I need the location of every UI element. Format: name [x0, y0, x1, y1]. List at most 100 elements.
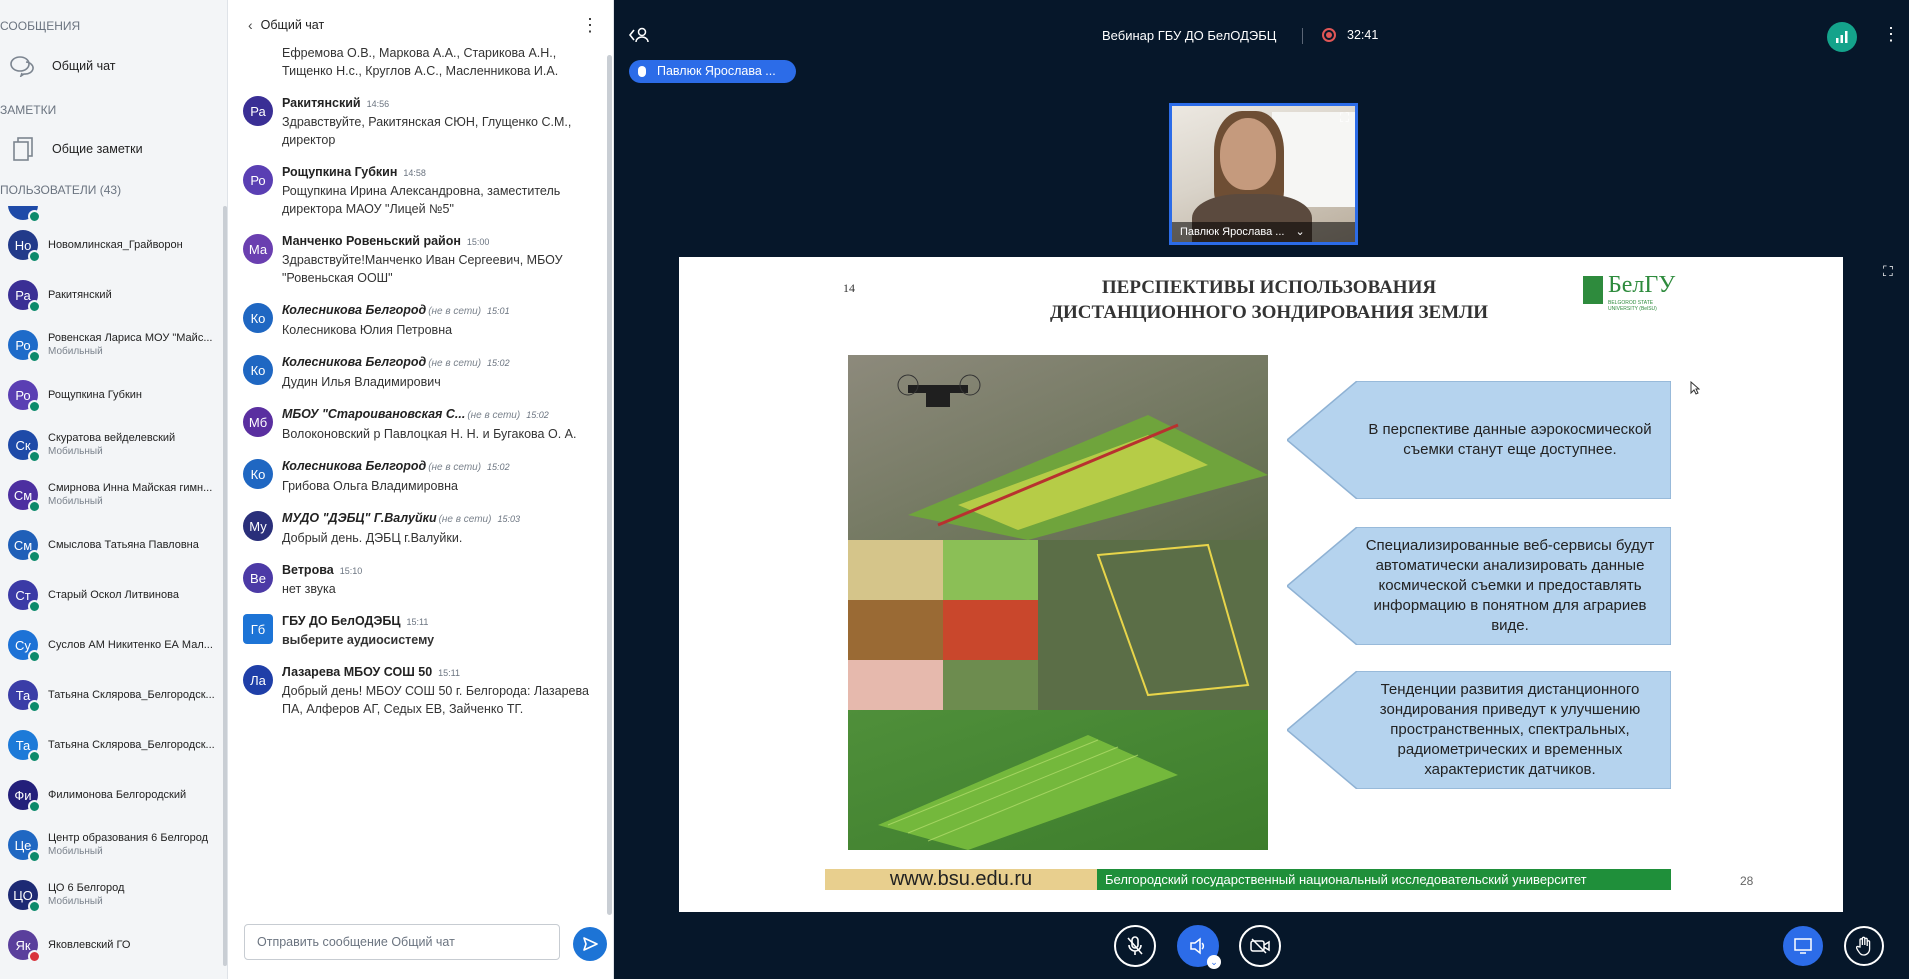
webcam-user-name: Павлюк Ярослава ...	[1180, 226, 1285, 238]
user-info: Центр образования 6 Белгород Мобильный	[48, 831, 223, 859]
message-body: Ракитянский 14:56 Здравствуйте, Ракитянска…	[282, 94, 600, 149]
user-list-item[interactable]: См Смирнова Инна Майская гимн... Мобильный	[0, 470, 228, 520]
chat-message: Ве Ветрова 15:10 нет звука	[228, 561, 608, 598]
user-list-item[interactable]: Як Яковлевский ГО	[0, 920, 228, 970]
user-name: Ровенская Лариса МОУ "Майс...	[48, 332, 213, 344]
message-body: ГБУ ДО БелОДЭБЦ 15:11 выберите аудиосистем…	[282, 612, 600, 649]
user-list-item[interactable]: Ст Старый Оскол Литвинова	[0, 570, 228, 620]
chat-back-button[interactable]: ‹ Общий чат	[248, 17, 324, 33]
mic-on-icon	[28, 400, 41, 413]
user-info: Скуратова вейделевский Мобильный	[48, 431, 223, 459]
connection-status-icon[interactable]	[1827, 22, 1857, 52]
info-box-2: Специализированные веб-сервисы будут авт…	[1287, 527, 1671, 645]
screen-share-button[interactable]	[1783, 926, 1823, 966]
user-name: Рощупкина Губкин	[48, 389, 142, 401]
recording-icon[interactable]	[1322, 28, 1336, 42]
avatar: Ма	[243, 234, 273, 264]
user-list-item[interactable]: Но Новомлинская_Грайворон	[0, 220, 228, 270]
user-list-scrollbar[interactable]	[223, 206, 227, 966]
message-body: Ефремова О.В., Маркова А.А., Старикова А…	[282, 44, 600, 80]
avatar: ЦО	[8, 880, 41, 913]
fullscreen-icon[interactable]: ⛶	[1340, 110, 1349, 126]
user-list-item[interactable]: Та Татьяна Склярова_Белгородск...	[0, 670, 228, 720]
message-header: Колесникова Белгород (не в сети) 15:02	[282, 457, 600, 477]
message-header: Манченко Ровеньский район 15:00	[282, 232, 600, 251]
user-info: Ровенская Лариса МОУ "Майс... Мобильный	[48, 331, 223, 359]
user-list-item[interactable]: Ра Ракитянский	[0, 270, 228, 320]
avatar: Ро	[8, 330, 41, 363]
user-list-item[interactable]: Це Центр образования 6 Белгород Мобильный	[0, 820, 228, 870]
message-time: 15:02	[487, 358, 510, 368]
meeting-title: Вебинар ГБУ ДО БелОДЭБЦ	[1102, 28, 1277, 43]
mic-on-icon	[28, 700, 41, 713]
user-list-item[interactable]: Ро Ровенская Лариса МОУ "Майс... Мобильный	[0, 320, 228, 370]
message-text: Колесникова Юлия Петровна	[282, 323, 453, 337]
message-text: Добрый день. ДЭБЦ г.Валуйки.	[282, 531, 463, 545]
mic-on-icon	[28, 900, 41, 913]
chat-scrollbar[interactable]	[607, 55, 612, 915]
slide-title: ПЕРСПЕКТИВЫ ИСПОЛЬЗОВАНИЯ ДИСТАНЦИОННОГО…	[979, 275, 1559, 325]
meeting-topbar: Вебинар ГБУ ДО БелОДЭБЦ 32:41 ⋮	[614, 0, 1909, 70]
message-body: Рощупкина Губкин 14:58 Рощупкина Ирина Але…	[282, 163, 600, 218]
raise-hand-button[interactable]	[1844, 926, 1884, 966]
user-info: Татьяна Склярова_Белгородск...	[48, 688, 223, 702]
mic-on-icon	[28, 600, 41, 613]
sidebar-item-shared-notes[interactable]: Общие заметки	[0, 121, 228, 177]
presenter-badge[interactable]: Павлюк Ярослава ...	[629, 60, 796, 83]
chat-panel: ‹ Общий чат ⋮ Ефремова О.В., Маркова А.А…	[228, 0, 614, 979]
microphone-mute-button[interactable]	[1114, 925, 1156, 967]
send-button[interactable]	[573, 927, 607, 961]
user-name: Смыслова Татьяна Павловна	[48, 539, 199, 551]
user-info: Старый Оскол Литвинова	[48, 588, 223, 602]
message-text: Грибова Ольга Владимировна	[282, 479, 458, 493]
user-list-item[interactable]: ЦО ЦО 6 Белгород Мобильный	[0, 870, 228, 920]
presentation-area: Вебинар ГБУ ДО БелОДЭБЦ 32:41 ⋮ Павлюк Я…	[614, 0, 1909, 979]
user-device: Мобильный	[48, 896, 103, 907]
slide-title-line2: ДИСТАНЦИОННОГО ЗОНДИРОВАНИЯ ЗЕМЛИ	[1049, 302, 1489, 323]
user-list-item[interactable]: Су Суслов АМ Никитенко ЕА Мал...	[0, 620, 228, 670]
chat-message: Мб МБОУ "Староивановская С... (не в сети) 1…	[228, 405, 608, 443]
chat-message-input[interactable]: Отправить сообщение Общий чат	[244, 924, 560, 960]
message-text: Дудин Илья Владимирович	[282, 375, 441, 389]
user-list-toggle-icon[interactable]	[628, 26, 650, 49]
message-header: Колесникова Белгород (не в сети) 15:01	[282, 301, 600, 321]
user-name: Татьяна Склярова_Белгородск...	[48, 689, 215, 701]
user-list-item[interactable]: Ск Скуратова вейделевский Мобильный	[0, 420, 228, 470]
chevron-down-icon[interactable]: ⌄	[1296, 226, 1305, 238]
avatar-initials: См	[13, 537, 33, 553]
mic-on-icon	[28, 300, 41, 313]
left-sidebar: СООБЩЕНИЯ Общий чат ЗАМЕТКИ Общие заметк…	[0, 0, 228, 979]
avatar: Но	[8, 230, 41, 263]
mic-on-icon	[28, 750, 41, 763]
more-options-icon[interactable]: ⋮	[581, 16, 599, 34]
user-row-partial[interactable]	[0, 206, 228, 223]
audio-button[interactable]: ⌄	[1177, 925, 1221, 969]
user-list-item[interactable]: Фи Филимонова Белгородский	[0, 770, 228, 820]
message-author: МУДО "ДЭБЦ" Г.Валуйки	[282, 511, 437, 525]
message-text: Волоконовский р Павлоцкая Н. Н. и Бугако…	[282, 427, 577, 441]
avatar-spacer	[243, 44, 273, 80]
user-name: Суслов АМ Никитенко ЕА Мал...	[48, 639, 213, 651]
user-name: Скуратова вейделевский	[48, 432, 176, 444]
user-list-item[interactable]: Та Татьяна Склярова_Белгородск...	[0, 720, 228, 770]
mic-on-icon	[28, 550, 41, 563]
user-list-item[interactable]: Ро Рощупкина Губкин	[0, 370, 228, 420]
avatar-initials: Ко	[250, 310, 266, 326]
mic-on-icon	[28, 250, 41, 263]
avatar: Ко	[243, 355, 273, 385]
message-body: Лазарева МБОУ СОШ 50 15:11 Добрый день! МБ…	[282, 663, 600, 718]
webcam-video[interactable]: ⛶ Павлюк Ярослава ... ⌄	[1169, 103, 1358, 245]
avatar-initials: Ве	[250, 570, 266, 586]
avatar: См	[8, 480, 41, 513]
sidebar-item-general-chat[interactable]: Общий чат	[0, 38, 228, 94]
audio-options-icon[interactable]: ⌄	[1207, 955, 1221, 969]
chat-message: Ро Рощупкина Губкин 14:58 Рощупкина Ирина А…	[228, 163, 608, 218]
user-list-item[interactable]: См Смыслова Татьяна Павловна	[0, 520, 228, 570]
camera-off-icon	[1250, 938, 1270, 954]
settings-menu-icon[interactable]: ⋮	[1882, 24, 1900, 45]
presentation-fullscreen-icon[interactable]: ⛶	[1883, 263, 1893, 280]
avatar: Ко	[243, 459, 273, 489]
camera-toggle-button[interactable]	[1239, 925, 1281, 967]
user-device: Мобильный	[48, 496, 103, 507]
message-body: МУДО "ДЭБЦ" Г.Валуйки (не в сети) 15:03 Доб…	[282, 509, 600, 547]
